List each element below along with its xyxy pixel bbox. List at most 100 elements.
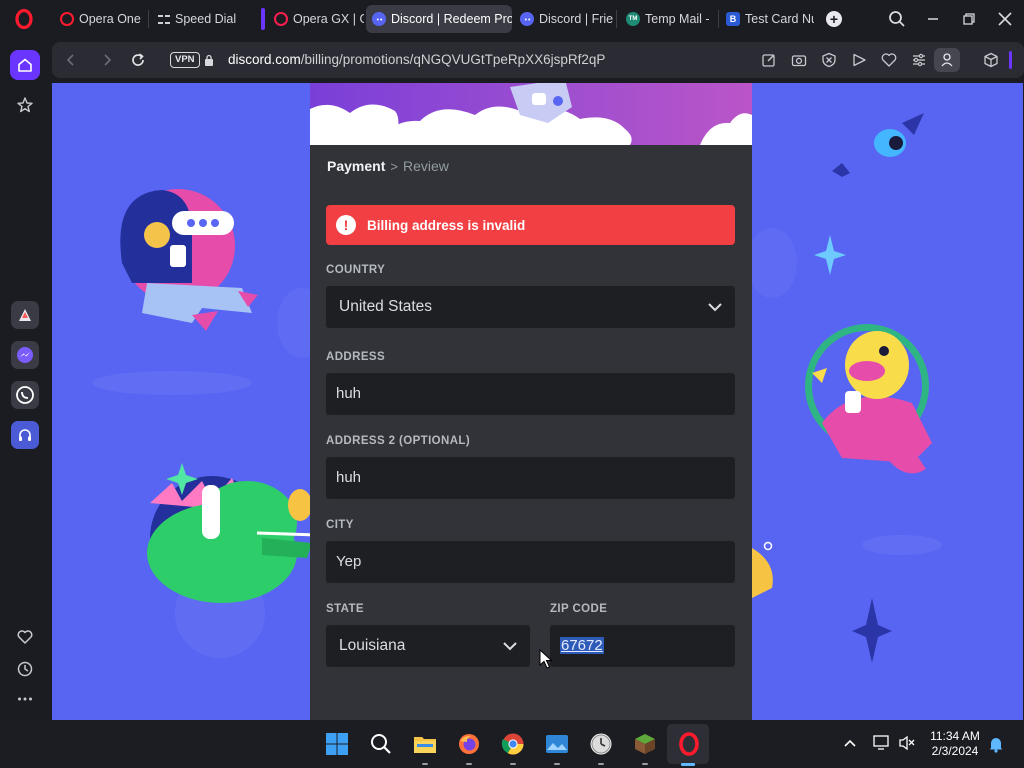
city-input[interactable]: Yep: [326, 541, 735, 583]
vpn-badge[interactable]: VPN: [170, 52, 200, 68]
tab-temp-mail[interactable]: TM Temp Mail -: [620, 5, 716, 33]
profile-button[interactable]: [934, 48, 960, 72]
restore-icon[interactable]: [958, 8, 980, 30]
city-label: CITY: [326, 519, 354, 531]
country-label: COUNTRY: [326, 264, 386, 276]
star-icon: [17, 97, 33, 113]
photos-icon[interactable]: [545, 732, 569, 756]
clock-time: 11:34 AM: [930, 729, 980, 743]
breadcrumb-review: Review: [402, 158, 449, 174]
country-select[interactable]: United States: [326, 286, 735, 328]
error-message: Billing address is invalid: [367, 217, 526, 233]
discord-icon: [520, 12, 534, 26]
tab-label: Discord | Redeem Pro: [391, 12, 512, 26]
running-indicator: [598, 763, 604, 765]
running-indicator: [554, 763, 560, 765]
display-icon[interactable]: [873, 735, 891, 751]
url-domain: discord.com: [228, 52, 301, 67]
tab-divider: [148, 10, 149, 28]
firefox-icon[interactable]: [457, 732, 481, 756]
chevron-up-icon[interactable]: [843, 736, 857, 750]
music-player-button[interactable]: [11, 421, 39, 449]
aria-ai-button[interactable]: [11, 301, 39, 329]
favorites-button[interactable]: [10, 622, 40, 652]
forward-icon[interactable]: [98, 51, 116, 69]
tab-opera-one[interactable]: Opera One: [54, 5, 146, 33]
running-indicator: [422, 763, 428, 765]
whatsapp-button[interactable]: [11, 381, 39, 409]
easy-setup-icon[interactable]: [910, 51, 928, 69]
payment-modal: Payment > Review ! Billing address is in…: [310, 83, 752, 720]
lock-icon[interactable]: [204, 54, 214, 66]
clouds-illustration: [310, 83, 752, 145]
new-tab-button[interactable]: +: [826, 11, 842, 27]
opera-icon[interactable]: [677, 732, 701, 756]
send-icon[interactable]: [850, 51, 868, 69]
address2-input[interactable]: huh: [326, 457, 735, 499]
minecraft-icon[interactable]: [633, 732, 657, 756]
chrome-icon[interactable]: [501, 732, 525, 756]
tab-label: Opera GX | G: [293, 12, 364, 26]
windows-start-icon[interactable]: [325, 732, 349, 756]
tab-label: Opera One: [79, 12, 141, 26]
checkout-breadcrumb: Payment > Review: [327, 158, 449, 174]
tab-discord-friends[interactable]: Discord | Frie: [514, 5, 614, 33]
breadcrumb-payment: Payment: [327, 158, 386, 174]
heart-icon[interactable]: [880, 51, 898, 69]
modal-header-art: [310, 83, 752, 145]
whatsapp-icon: [16, 386, 34, 404]
mouse-cursor-icon: [539, 649, 553, 669]
headphones-icon: [19, 429, 31, 441]
address2-label: ADDRESS 2 (OPTIONAL): [326, 435, 471, 447]
browser-window: Opera One Speed Dial Opera GX | G Discor…: [0, 0, 1024, 768]
back-icon[interactable]: [62, 51, 80, 69]
speaker-muted-icon[interactable]: [898, 735, 916, 751]
close-icon[interactable]: [994, 8, 1016, 30]
discord-icon: [372, 12, 386, 26]
edit-page-icon[interactable]: [760, 51, 778, 69]
clock-app-icon[interactable]: [589, 732, 613, 756]
address-bar: VPN discord.com/billing/promotions/qNGQV…: [52, 42, 1024, 78]
tab-island-marker: [261, 8, 265, 30]
file-explorer-icon[interactable]: [413, 732, 437, 756]
sidebar-more-button[interactable]: [10, 684, 40, 714]
chevron-down-icon: [708, 303, 722, 312]
alert-icon: !: [336, 215, 356, 235]
state-select[interactable]: Louisiana: [326, 625, 530, 667]
url-field[interactable]: discord.com/billing/promotions/qNGQVUGtT…: [228, 52, 605, 67]
tab-speed-dial[interactable]: Speed Dial: [152, 5, 250, 33]
reload-icon[interactable]: [129, 51, 147, 69]
opera-menu-icon[interactable]: [14, 9, 34, 29]
opera-icon: [60, 12, 74, 26]
tab-label: Test Card Nu: [745, 12, 814, 26]
tab-discord-redeem[interactable]: Discord | Redeem Pro: [366, 5, 512, 33]
address-input[interactable]: huh: [326, 373, 735, 415]
country-value: United States: [339, 298, 433, 315]
minimize-icon[interactable]: [922, 8, 944, 30]
history-button[interactable]: [10, 654, 40, 684]
clock-icon: [17, 661, 33, 677]
zip-input[interactable]: 67672: [550, 625, 735, 667]
pinboard-button[interactable]: [10, 90, 40, 120]
temp-mail-icon: TM: [626, 12, 640, 26]
state-value: Louisiana: [339, 637, 406, 654]
extensions-cube-icon[interactable]: [982, 51, 1000, 69]
tab-label: Discord | Frie: [539, 12, 614, 26]
system-clock[interactable]: 11:34 AM 2/3/2024: [922, 729, 988, 759]
camera-icon[interactable]: [790, 51, 808, 69]
notification-bell-icon[interactable]: [988, 735, 1004, 753]
search-icon[interactable]: [369, 732, 393, 756]
breadcrumb-separator: >: [390, 158, 398, 174]
tab-opera-gx[interactable]: Opera GX | G: [268, 5, 364, 33]
zip-value: 67672: [560, 637, 604, 654]
error-banner: ! Billing address is invalid: [326, 205, 735, 245]
chevron-down-icon: [503, 642, 517, 651]
heart-icon: [17, 630, 33, 644]
opera-sidebar: [0, 38, 50, 720]
home-button[interactable]: [10, 50, 40, 80]
tab-test-card[interactable]: B Test Card Nu: [720, 5, 814, 33]
ad-block-icon[interactable]: [820, 51, 838, 69]
opera-gx-icon: [274, 12, 288, 26]
messenger-button[interactable]: [11, 341, 39, 369]
search-tabs-icon[interactable]: [886, 8, 908, 30]
